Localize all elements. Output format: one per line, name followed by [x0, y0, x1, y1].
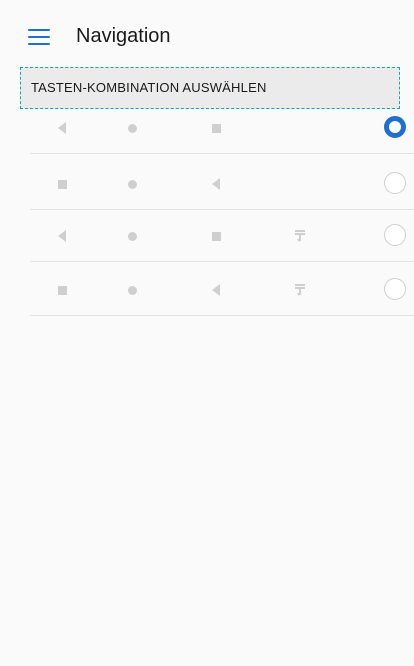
section-label: TASTEN-KOMBINATION AUSWÄHLEN — [31, 80, 267, 95]
radio-button[interactable] — [384, 278, 406, 300]
recents-icon — [57, 285, 67, 295]
radio-button[interactable] — [384, 172, 406, 194]
key-slot — [196, 158, 236, 210]
key-combination-option[interactable] — [30, 210, 414, 262]
radio-button-selected[interactable] — [384, 116, 406, 138]
app-bar: Navigation — [0, 0, 414, 64]
recents-icon — [57, 179, 67, 189]
key-combination-option[interactable] — [30, 158, 414, 210]
key-slot — [42, 158, 82, 210]
key-slot — [196, 264, 236, 316]
key-slot — [112, 102, 152, 154]
back-icon — [212, 284, 220, 296]
key-slot — [280, 210, 320, 262]
recents-icon — [211, 231, 221, 241]
key-slot — [280, 264, 320, 316]
key-slot — [42, 102, 82, 154]
home-icon — [127, 123, 137, 133]
key-slot — [42, 264, 82, 316]
back-icon — [212, 178, 220, 190]
key-combination-option[interactable] — [30, 102, 414, 154]
radio-button[interactable] — [384, 224, 406, 246]
key-slot — [42, 210, 82, 262]
key-slot — [196, 210, 236, 262]
recents-icon — [211, 123, 221, 133]
key-slot — [112, 264, 152, 316]
page-title: Navigation — [76, 25, 171, 47]
key-combination-option[interactable] — [30, 264, 414, 316]
notification-pull-down-icon — [294, 229, 306, 243]
key-slot — [112, 158, 152, 210]
hamburger-menu-icon[interactable] — [28, 28, 50, 46]
home-icon — [127, 179, 137, 189]
key-slot — [112, 210, 152, 262]
home-icon — [127, 285, 137, 295]
back-icon — [58, 122, 66, 134]
home-icon — [127, 231, 137, 241]
back-icon — [58, 230, 66, 242]
notification-pull-down-icon — [294, 283, 306, 297]
key-slot — [196, 102, 236, 154]
navigation-settings-screen: Navigation TASTEN-KOMBINATION AUSWÄHLEN — [0, 0, 414, 666]
